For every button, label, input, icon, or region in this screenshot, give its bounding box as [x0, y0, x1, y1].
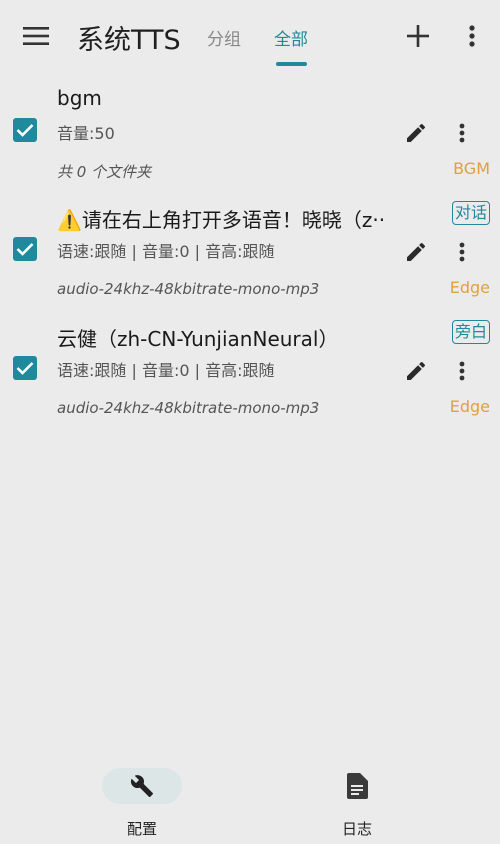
item-tag: 对话 [451, 201, 490, 225]
more-options-button[interactable] [452, 14, 492, 58]
menu-button[interactable] [14, 14, 58, 58]
item-checkbox[interactable] [13, 356, 37, 380]
item-info: 语速:跟随 | 音量:0 | 音高:跟随 [57, 361, 275, 380]
item-tag: 旁白 [451, 320, 490, 344]
item-info: 音量:50 [57, 124, 115, 143]
more-vert-icon [469, 25, 475, 47]
item-name: 云健（zh-CN-YunjianNeural） [57, 327, 339, 351]
item-name: ⚠️请在右上角打开多语音！晓晓（z·· [57, 208, 386, 232]
app-bar: 系统TTS 分组 全部 [0, 0, 500, 72]
item-name: bgm [57, 86, 102, 110]
item-more-button[interactable] [448, 117, 476, 149]
nav-item-log[interactable]: 日志 [297, 760, 417, 844]
more-vert-icon [459, 123, 465, 143]
tab-indicator [276, 62, 307, 66]
item-type: Edge [449, 278, 490, 297]
tab-group[interactable]: 分组 [207, 25, 241, 50]
item-type: BGM [453, 159, 490, 178]
nav-indicator [102, 768, 182, 804]
nav-label-config: 配置 [126, 820, 157, 838]
check-icon [16, 124, 34, 137]
edit-button[interactable] [400, 355, 432, 387]
nav-indicator-inactive [317, 768, 397, 804]
plus-icon [407, 25, 429, 47]
item-checkbox[interactable] [13, 237, 37, 261]
item-info: 语速:跟随 | 音量:0 | 音高:跟随 [57, 242, 275, 261]
nav-label-log: 日志 [341, 820, 372, 838]
page-title: 系统TTS [77, 25, 181, 56]
tab-all[interactable]: 全部 [274, 25, 308, 50]
document-icon [347, 773, 368, 799]
more-vert-icon [459, 242, 465, 262]
item-type: Edge [449, 397, 490, 416]
menu-icon [23, 27, 49, 45]
pencil-icon [407, 242, 426, 261]
check-icon [16, 362, 34, 375]
wrench-icon [130, 775, 153, 797]
more-vert-icon [459, 361, 465, 381]
pencil-icon [407, 123, 426, 142]
item-format: 共 0 个文件夹 [57, 163, 152, 181]
bottom-navigation: 配置 日志 [0, 760, 500, 844]
list-item[interactable]: bgm 音量:50 共 0 个文件夹 BGM [0, 76, 500, 194]
item-format: audio-24khz-48kbitrate-mono-mp3 [57, 399, 320, 417]
pencil-icon [407, 361, 426, 380]
list-item[interactable]: 云健（zh-CN-YunjianNeural） 旁白 语速:跟随 | 音量:0 … [0, 315, 500, 433]
check-icon [16, 243, 34, 256]
item-format: audio-24khz-48kbitrate-mono-mp3 [57, 280, 320, 298]
list-item[interactable]: ⚠️请在右上角打开多语音！晓晓（z·· 对话 语速:跟随 | 音量:0 | 音高… [0, 196, 500, 314]
edit-button[interactable] [400, 236, 432, 268]
nav-item-config[interactable]: 配置 [82, 760, 202, 844]
edit-button[interactable] [400, 117, 432, 149]
item-more-button[interactable] [448, 236, 476, 268]
add-button[interactable] [398, 14, 438, 58]
item-checkbox[interactable] [13, 118, 37, 142]
item-more-button[interactable] [448, 355, 476, 387]
